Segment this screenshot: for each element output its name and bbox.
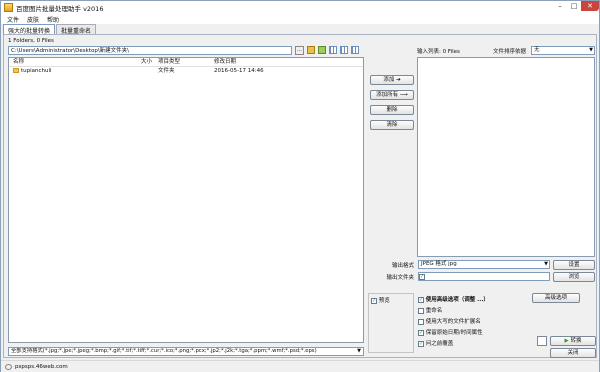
browse-button[interactable]: 浏览 (553, 272, 595, 282)
preview-label: 预览 (378, 298, 390, 304)
output-folder-label: 输出文件夹 (386, 275, 414, 281)
column-date[interactable]: 修改日期 (210, 58, 290, 66)
row-name-text: tupianchuli (21, 68, 52, 74)
file-list-header: 名称 大小 项目类型 修改日期 (9, 58, 363, 67)
keep-date-label: 保留原始日期/时间属性 (425, 330, 483, 336)
overwrite-option[interactable]: ✓ 问之前覆盖 (418, 339, 453, 347)
preview-checkbox[interactable]: ✓ (371, 297, 377, 304)
input-list[interactable] (417, 57, 595, 257)
chevron-down-icon[interactable]: ▼ (589, 47, 593, 54)
menu-skin[interactable]: 皮肤 (27, 15, 39, 24)
convert-button[interactable]: ▶ 转换 (550, 336, 596, 346)
output-folder-checkbox[interactable]: ✓ (419, 273, 425, 280)
uppercase-ext-checkbox[interactable] (418, 318, 424, 325)
rename-label: 重命名 (425, 308, 443, 314)
file-filter-select[interactable]: 全部支持格式(*.jpg;*.jpe;*.jpeg;*.bmp;*.gif;*.… (8, 347, 364, 356)
arrow-right-icon: ⟶ (399, 92, 408, 98)
path-browse-button[interactable]: ... (295, 46, 304, 55)
column-size[interactable]: 大小 (129, 58, 154, 66)
thumbnail-view-icon[interactable] (351, 46, 359, 54)
list-view-icon[interactable] (329, 46, 337, 54)
preview-panel: ✓ 预览 (368, 293, 414, 353)
delete-button[interactable]: 删除 (370, 105, 414, 115)
uppercase-ext-option[interactable]: 使用大写的文件扩展名 (418, 317, 481, 325)
add-button[interactable]: 添加 ➔ (370, 75, 414, 85)
path-row: C:\Users\Administrator\Desktop\新建文件夹\ ..… (8, 46, 364, 56)
chevron-down-icon[interactable]: ▼ (355, 348, 363, 355)
preview-option[interactable]: ✓ 预览 (371, 296, 390, 304)
title-bar: 百度图片批量处理助手 v2016 – □ ✕ (1, 1, 599, 14)
advanced-option[interactable]: ✓ 使用高级选项（调整 ...） (418, 295, 489, 303)
row-date: 2016-05-17 14:46 (214, 68, 264, 74)
play-icon: ▶ (564, 338, 569, 344)
add-button-label: 添加 (383, 77, 395, 83)
row-size (129, 67, 154, 75)
tab-strip: 强大的批量转换 批量重命名 (3, 24, 97, 35)
new-folder-icon[interactable] (318, 46, 326, 54)
column-name[interactable]: 名称 (9, 58, 129, 66)
advanced-options-button[interactable]: 高级选项 (532, 293, 580, 303)
row-name: tupianchuli (9, 67, 129, 75)
file-filter-value: 全部支持格式(*.jpg;*.jpe;*.jpeg;*.bmp;*.gif;*.… (11, 348, 317, 354)
status-icon (5, 364, 12, 370)
table-row[interactable]: tupianchuli 文件夹 2016-05-17 14:46 (9, 67, 363, 75)
keep-date-checkbox[interactable]: ✓ (418, 329, 424, 336)
close-icon[interactable]: ✕ (581, 1, 599, 11)
overwrite-checkbox[interactable]: ✓ (418, 340, 424, 347)
window-controls: – □ ✕ (553, 1, 599, 11)
app-icon (4, 3, 13, 12)
row-type: 文件夹 (158, 68, 175, 74)
output-format-select[interactable]: JPEG 格式 jpg ▼ (418, 260, 550, 269)
path-input[interactable]: C:\Users\Administrator\Desktop\新建文件夹\ (8, 46, 292, 55)
chevron-down-icon[interactable]: ▼ (544, 261, 548, 268)
advanced-checkbox[interactable]: ✓ (418, 296, 424, 303)
minimize-icon[interactable]: – (553, 1, 567, 11)
column-type[interactable]: 项目类型 (154, 58, 210, 66)
add-all-button[interactable]: 添加所有 ⟶ (370, 90, 414, 100)
overwrite-label: 问之前覆盖 (425, 341, 454, 347)
keep-date-option[interactable]: ✓ 保留原始日期/时间属性 (418, 328, 483, 336)
rename-option[interactable]: 重命名 (418, 306, 442, 314)
uppercase-ext-label: 使用大写的文件扩展名 (425, 319, 481, 325)
menu-help[interactable]: 帮助 (47, 15, 59, 24)
input-list-label: 输入列表: 0 Files (417, 49, 460, 55)
app-window: 百度图片批量处理助手 v2016 – □ ✕ 文件 皮肤 帮助 强大的批量转换 … (0, 0, 600, 372)
menu-bar: 文件 皮肤 帮助 (1, 14, 599, 24)
folder-icon (13, 68, 19, 73)
output-format-label: 输出格式 (391, 263, 414, 269)
advanced-label: 使用高级选项（调整 ...） (425, 297, 489, 303)
sort-label: 文件排序依据 (493, 49, 527, 55)
settings-button[interactable]: 设置 (553, 260, 595, 270)
open-output-icon[interactable] (537, 336, 547, 346)
status-bar: pspsps.46web.com (1, 360, 599, 372)
add-all-button-label: 添加所有 (376, 92, 399, 98)
sort-value: 无 (534, 47, 540, 53)
close-button[interactable]: 关闭 (550, 348, 596, 358)
folder-up-icon[interactable] (307, 46, 315, 54)
folder-info: 1 Folders, 0 Files (8, 38, 54, 44)
tab-batch-rename[interactable]: 批量重命名 (56, 24, 97, 35)
rename-checkbox[interactable] (418, 307, 424, 314)
clear-button[interactable]: 清除 (370, 120, 414, 130)
file-list[interactable]: 名称 大小 项目类型 修改日期 tupianchuli 文件夹 2016-05-… (8, 57, 364, 343)
output-folder-input[interactable]: ✓ (418, 272, 550, 281)
tab-content: 1 Folders, 0 Files C:\Users\Administrato… (3, 34, 597, 358)
convert-label: 转换 (570, 338, 582, 344)
status-text[interactable]: pspsps.46web.com (15, 364, 68, 370)
output-format-value: JPEG 格式 jpg (421, 261, 457, 267)
sort-select[interactable]: 无 ▼ (531, 46, 595, 55)
window-title: 百度图片批量处理助手 v2016 (16, 4, 104, 13)
details-view-icon[interactable] (340, 46, 348, 54)
arrow-right-icon: ➔ (396, 77, 401, 83)
menu-file[interactable]: 文件 (7, 15, 19, 24)
maximize-icon[interactable]: □ (567, 1, 581, 11)
